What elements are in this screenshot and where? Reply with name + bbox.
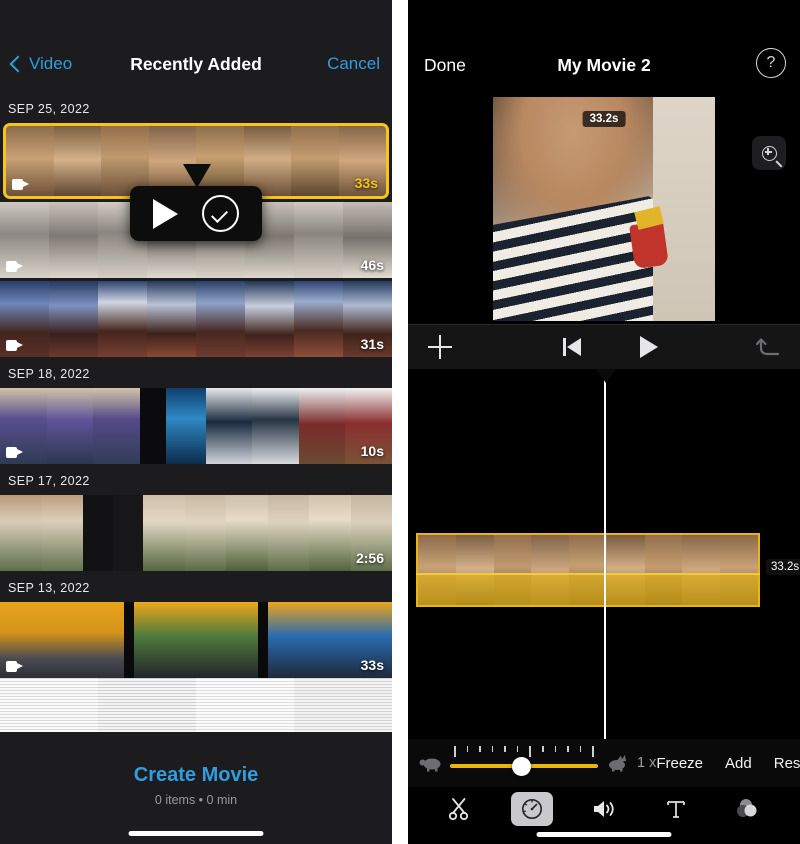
- play-icon: [640, 336, 658, 358]
- popup-pointer-arrow: [183, 164, 211, 188]
- media-row[interactable]: 10s: [0, 388, 392, 464]
- playback-control-bar: [408, 324, 800, 369]
- media-row[interactable]: 2:56: [0, 495, 392, 571]
- checkmark-circle-icon[interactable]: [202, 195, 239, 232]
- clip-duration: 33s: [354, 175, 378, 191]
- preview-time-badge: 33.2s: [582, 111, 626, 127]
- speedometer-icon: [521, 798, 543, 820]
- timeline-area[interactable]: 33.2s: [408, 369, 800, 739]
- filter-tool-button[interactable]: [727, 792, 769, 826]
- status-bar: [0, 0, 392, 36]
- speed-actions: Freeze Add Reset: [656, 755, 800, 772]
- clip-duration: 33s: [360, 657, 384, 673]
- selection-summary: 0 items • 0 min: [154, 793, 238, 807]
- cancel-button[interactable]: Cancel: [327, 54, 380, 74]
- clip-action-popup: [130, 186, 262, 241]
- dual-screenshot-container: Video Recently Added Cancel SEP 25, 2022: [0, 0, 800, 844]
- add-media-button[interactable]: [428, 335, 452, 359]
- home-indicator: [128, 831, 264, 836]
- playhead-marker[interactable]: [595, 369, 617, 383]
- volume-tool-button[interactable]: [583, 792, 625, 826]
- video-camera-icon: [6, 340, 23, 351]
- slider-knob[interactable]: [512, 757, 531, 776]
- add-speed-point-button[interactable]: Add: [725, 755, 752, 772]
- date-header: SEP 17, 2022: [0, 464, 392, 495]
- scissors-icon: [448, 798, 469, 821]
- project-title: My Movie 2: [557, 54, 651, 75]
- title-tool-button[interactable]: [655, 792, 697, 826]
- undo-arrow-icon: [756, 338, 780, 356]
- video-camera-icon: [6, 661, 23, 672]
- create-movie-footer: Create Movie 0 items • 0 min: [0, 752, 392, 844]
- video-camera-icon: [6, 447, 23, 458]
- back-button-label: Video: [29, 54, 73, 73]
- speed-tool-button[interactable]: [511, 792, 553, 826]
- speed-slider[interactable]: [450, 746, 598, 780]
- video-camera-icon: [6, 261, 23, 272]
- date-header: SEP 25, 2022: [0, 92, 392, 123]
- chevron-left-icon: [9, 55, 27, 73]
- speed-control-bar: 1 x Freeze Add Reset: [408, 739, 800, 787]
- question-mark-circle-icon[interactable]: ?: [756, 48, 786, 78]
- editor-toolbar: [408, 787, 800, 844]
- playhead-line[interactable]: [604, 369, 607, 739]
- screens-divider: [392, 0, 408, 844]
- video-camera-icon: [12, 179, 29, 190]
- freeze-button[interactable]: Freeze: [656, 755, 703, 772]
- undo-button[interactable]: [756, 336, 782, 358]
- clip-duration: 46s: [360, 257, 384, 273]
- done-button[interactable]: Done: [424, 55, 466, 76]
- clip-duration: 2:56: [355, 550, 384, 566]
- skip-to-start-icon: [563, 338, 583, 356]
- turtle-icon: [419, 758, 441, 772]
- editor-navigation-bar: Done My Movie 2 ?: [408, 36, 800, 94]
- filters-icon: [737, 799, 757, 817]
- reset-button[interactable]: Reset: [774, 755, 800, 772]
- cut-tool-button[interactable]: [439, 792, 481, 826]
- speaker-icon: [593, 801, 614, 817]
- plus-icon: [428, 335, 452, 359]
- video-preview[interactable]: 33.2s: [493, 97, 715, 321]
- play-button[interactable]: [640, 336, 658, 358]
- clip-duration: 31s: [360, 336, 384, 352]
- navigation-bar: Video Recently Added Cancel: [0, 36, 392, 92]
- date-header: SEP 18, 2022: [0, 357, 392, 388]
- home-indicator: [536, 832, 672, 837]
- clip-duration: 10s: [360, 443, 384, 459]
- text-t-icon: [667, 801, 685, 818]
- create-movie-button[interactable]: Create Movie: [134, 764, 259, 787]
- media-row[interactable]: [0, 678, 392, 732]
- right-phone-screen: Done My Movie 2 ? 33.2s 33.2s 1 x Freeze…: [408, 0, 800, 844]
- speed-rate-label: 1 x: [637, 755, 657, 771]
- left-phone-screen: Video Recently Added Cancel SEP 25, 2022: [0, 0, 392, 844]
- media-row[interactable]: 33s: [0, 602, 392, 678]
- magnifier-plus-icon[interactable]: [752, 136, 786, 170]
- play-icon[interactable]: [153, 198, 178, 229]
- speed-adjust-overlay[interactable]: [416, 573, 760, 605]
- back-to-video-button[interactable]: Video: [9, 54, 73, 74]
- date-header: SEP 13, 2022: [0, 571, 392, 602]
- slider-ticks: [454, 746, 594, 757]
- timeline-clip-duration: 33.2s: [766, 559, 800, 575]
- media-list-scroll[interactable]: SEP 25, 2022 33s 46s 31s SEP 18, 2022 10…: [0, 92, 392, 752]
- status-bar: [408, 0, 800, 36]
- skip-to-start-button[interactable]: [563, 338, 583, 356]
- video-preview-area[interactable]: 33.2s: [408, 94, 800, 324]
- media-row[interactable]: 31s: [0, 281, 392, 357]
- help-label: ?: [766, 54, 776, 71]
- rabbit-icon: [609, 755, 626, 772]
